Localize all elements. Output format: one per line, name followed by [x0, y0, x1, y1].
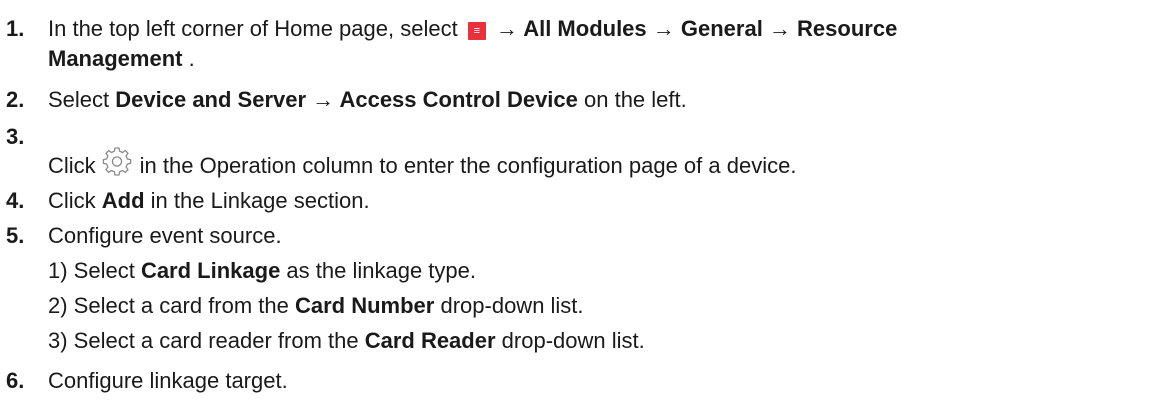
substep-text: Select — [67, 258, 141, 283]
substep-text: Select a card reader from the — [67, 328, 365, 353]
step-number: 4. — [6, 188, 25, 213]
step-number: 6. — [6, 368, 25, 393]
substep-text: Select a card from the — [67, 293, 295, 318]
gear-icon — [102, 146, 132, 176]
step-number: 5. — [6, 223, 25, 248]
substep-number: 2) — [48, 293, 68, 318]
step-path: → All Modules → General → Resource — [489, 16, 898, 41]
substep-text-end: drop-down list. — [495, 328, 645, 353]
step-number: 3. — [6, 124, 25, 149]
step-number: 1. — [6, 16, 25, 41]
substep-keyword: Card Number — [295, 293, 435, 318]
menu-icon: ≡ — [467, 22, 486, 40]
step-text-end: . — [182, 46, 195, 71]
substep-number: 3) — [48, 328, 68, 353]
step-text: In the top left corner of Home page, sel… — [48, 16, 464, 41]
substep-number: 1) — [48, 258, 68, 283]
step-text: Click — [48, 153, 96, 178]
step-text-end: on the left. — [577, 87, 687, 112]
step-text-end: in the Operation column to enter the con… — [139, 153, 797, 178]
substep-keyword: Card Reader — [364, 328, 496, 353]
step-number: 2. — [6, 87, 25, 112]
step-keyword: Add — [101, 188, 145, 213]
substep-text-end: drop-down list. — [434, 293, 584, 318]
step-path-end: Management — [48, 46, 183, 71]
step-text-end: in the Linkage section. — [144, 188, 370, 213]
step-text: Click — [48, 188, 102, 213]
step-text: Select — [48, 87, 116, 112]
instruction-document: 1. In the top left corner of Home page, … — [0, 0, 1154, 414]
substep-keyword: Card Linkage — [140, 258, 281, 283]
step-path: Device and Server → Access Control Devic… — [115, 87, 578, 112]
step-text: Configure event source. — [48, 223, 282, 248]
substep-text-end: as the linkage type. — [280, 258, 476, 283]
step-text: Configure linkage target. — [48, 368, 288, 393]
